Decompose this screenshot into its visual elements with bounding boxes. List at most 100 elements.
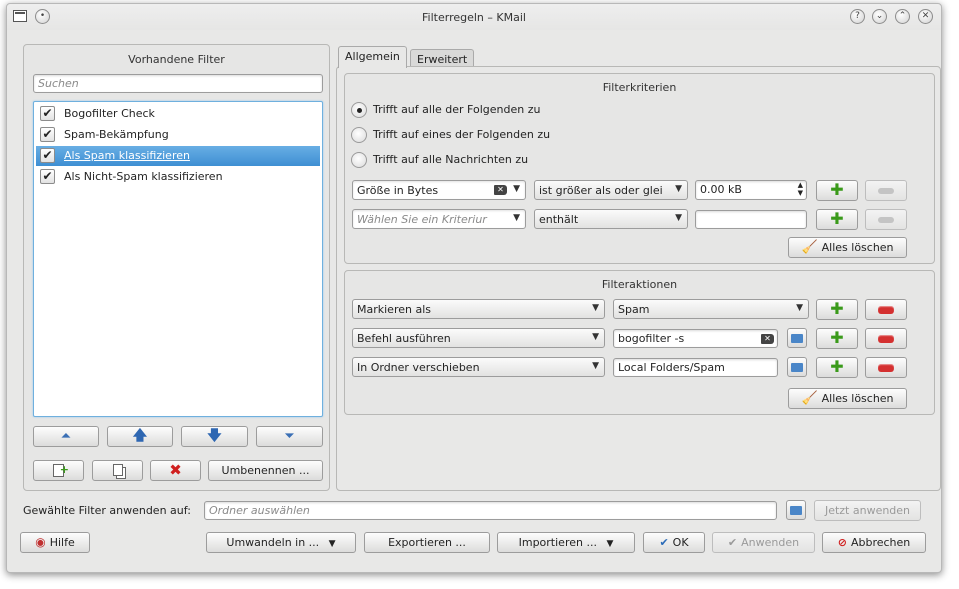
apply-now-button[interactable]: Jetzt anwenden <box>814 500 921 521</box>
help-titlebar-icon[interactable]: ? <box>850 9 865 24</box>
remove-action-button-2[interactable] <box>865 328 907 349</box>
add-criterion-button-2[interactable]: ✚ <box>816 209 858 230</box>
minimize-icon[interactable]: ⌄ <box>872 9 887 24</box>
checkbox-icon[interactable]: ✔ <box>40 148 55 163</box>
radio-match-all[interactable]: Trifft auf alle der Folgenden zu <box>351 102 540 120</box>
minus-icon <box>878 335 894 343</box>
delete-icon: ✖ <box>169 461 182 479</box>
close-icon[interactable]: ✕ <box>918 9 933 24</box>
filter-actions-title: Filteraktionen <box>601 278 678 291</box>
radio-icon[interactable] <box>351 102 367 118</box>
maximize-icon[interactable]: ⌃ <box>895 9 910 24</box>
criteria-field-select-2[interactable]: Wählen Sie ein Kriteriur ▼ <box>352 209 526 229</box>
move-up-button[interactable]: 🡅 <box>107 426 173 447</box>
arrow-up-icon: 🡅 <box>132 428 148 444</box>
minus-icon <box>878 306 894 314</box>
window-title: Filterregeln – KMail <box>422 11 526 24</box>
remove-criterion-button-2[interactable] <box>865 209 907 230</box>
chevron-down-icon: ▼ <box>675 213 682 223</box>
spin-arrows-icon[interactable]: ▲ ▼ <box>798 181 803 197</box>
help-button[interactable]: ◉ Hilfe <box>20 532 90 553</box>
ok-button[interactable]: ✔ OK <box>643 532 705 553</box>
plus-icon: ✚ <box>830 328 844 347</box>
add-criterion-button[interactable]: ✚ <box>816 180 858 201</box>
criteria-operator-select[interactable]: ist größer als oder glei ▼ <box>534 180 688 200</box>
action-type-select-2[interactable]: Befehl ausführen ▼ <box>352 328 605 348</box>
list-item[interactable]: ✔ Als Nicht-Spam klassifizieren <box>36 167 320 187</box>
checkbox-icon[interactable]: ✔ <box>40 169 55 184</box>
criteria-value-input-2[interactable] <box>695 210 807 229</box>
add-action-button-2[interactable]: ✚ <box>816 328 858 349</box>
apply-button[interactable]: ✔ Anwenden <box>712 532 815 553</box>
plus-icon: ✚ <box>830 299 844 318</box>
remove-action-button-1[interactable] <box>865 299 907 320</box>
clear-criteria-button[interactable]: 🧹 Alles löschen <box>788 237 907 258</box>
apply-folder-input[interactable]: Ordner auswählen <box>204 501 777 520</box>
cancel-icon: ⊘ <box>837 536 847 549</box>
action-type-select-3[interactable]: In Ordner verschieben ▼ <box>352 357 605 377</box>
chevron-down-icon: ▼ <box>592 303 599 313</box>
checkbox-icon[interactable]: ✔ <box>40 127 55 142</box>
add-action-button-3[interactable]: ✚ <box>816 357 858 378</box>
copy-icon <box>112 464 123 476</box>
remove-criterion-button[interactable] <box>865 180 907 201</box>
chevron-down-icon: ▼ <box>513 213 520 223</box>
radio-icon[interactable] <box>351 127 367 143</box>
remove-action-button-3[interactable] <box>865 357 907 378</box>
radio-match-all-messages[interactable]: Trifft auf alle Nachrichten zu <box>351 152 528 170</box>
import-button[interactable]: Importieren ... ▼ <box>497 532 635 553</box>
action-type-select-1[interactable]: Markieren als ▼ <box>352 299 605 319</box>
title-bar: • Filterregeln – KMail ? ⌄ ⌃ ✕ <box>7 4 941 30</box>
list-item[interactable]: ✔ Als Spam klassifizieren <box>36 146 320 166</box>
chevron-down-icon: ▼ <box>592 361 599 371</box>
add-action-button-1[interactable]: ✚ <box>816 299 858 320</box>
clear-actions-button[interactable]: 🧹 Alles löschen <box>788 388 907 409</box>
convert-button[interactable]: Umwandeln in ... ▼ <box>206 532 356 553</box>
broom-icon: 🧹 <box>801 391 818 406</box>
move-top-button[interactable]: ⏶ <box>33 426 99 447</box>
minus-icon <box>878 364 894 372</box>
filter-search-input[interactable]: Suchen <box>33 74 323 93</box>
criteria-field-select[interactable]: Größe in Bytes ✕ ▼ <box>352 180 526 200</box>
command-input[interactable]: bogofilter -s ✕ <box>613 329 778 348</box>
folder-path-input[interactable]: Local Folders/Spam <box>613 358 778 377</box>
delete-filter-button[interactable]: ✖ <box>150 460 201 481</box>
checkmark-icon: ✔ <box>727 536 738 549</box>
criteria-operator-select-2[interactable]: enthält ▼ <box>534 209 688 229</box>
chevron-down-icon: ▼ <box>592 332 599 342</box>
move-bottom-button[interactable]: ⏷ <box>256 426 323 447</box>
action-value-select-1[interactable]: Spam ▼ <box>613 299 809 319</box>
criteria-value-spinbox[interactable]: 0.00 kB ▲ ▼ <box>695 180 807 200</box>
clear-field-icon[interactable]: ✕ <box>494 185 507 195</box>
help-lifebuoy-icon: ◉ <box>35 535 46 549</box>
select-folder-icon[interactable] <box>786 500 806 520</box>
arrow-down-icon: 🡇 <box>207 428 222 444</box>
new-document-icon: + <box>53 463 69 477</box>
tab-general[interactable]: Allgemein <box>338 46 407 68</box>
radio-match-any[interactable]: Trifft auf eines der Folgenden zu <box>351 127 550 145</box>
plus-icon: ✚ <box>830 180 844 199</box>
chevron-down-icon: ▼ <box>513 184 520 194</box>
plus-icon: ✚ <box>830 209 844 228</box>
export-button[interactable]: Exportieren ... <box>364 532 490 553</box>
cancel-button[interactable]: ⊘ Abbrechen <box>822 532 926 553</box>
chevron-down-icon: ▼ <box>606 539 614 549</box>
clear-field-icon[interactable]: ✕ <box>761 334 774 344</box>
checkbox-icon[interactable]: ✔ <box>40 106 55 121</box>
filter-criteria-group: Filterkriterien Trifft auf alle der Folg… <box>344 73 935 264</box>
move-bottom-icon: ⏷ <box>284 429 295 444</box>
list-item[interactable]: ✔ Spam-Bekämpfung <box>36 125 320 145</box>
new-filter-button[interactable]: + <box>33 460 84 481</box>
existing-filters-title: Vorhandene Filter <box>128 53 225 66</box>
radio-icon[interactable] <box>351 152 367 168</box>
open-document-icon[interactable] <box>787 328 807 348</box>
filter-list[interactable]: ✔ Bogofilter Check ✔ Spam-Bekämpfung ✔ A… <box>33 101 323 417</box>
rename-filter-button[interactable]: Umbenennen ... <box>208 460 323 481</box>
chevron-down-icon: ▼ <box>675 184 682 194</box>
folder-icon[interactable] <box>787 357 807 377</box>
filter-criteria-title: Filterkriterien <box>602 81 677 94</box>
copy-filter-button[interactable] <box>92 460 143 481</box>
minus-icon <box>878 188 894 194</box>
list-item[interactable]: ✔ Bogofilter Check <box>36 104 320 124</box>
move-down-button[interactable]: 🡇 <box>181 426 248 447</box>
